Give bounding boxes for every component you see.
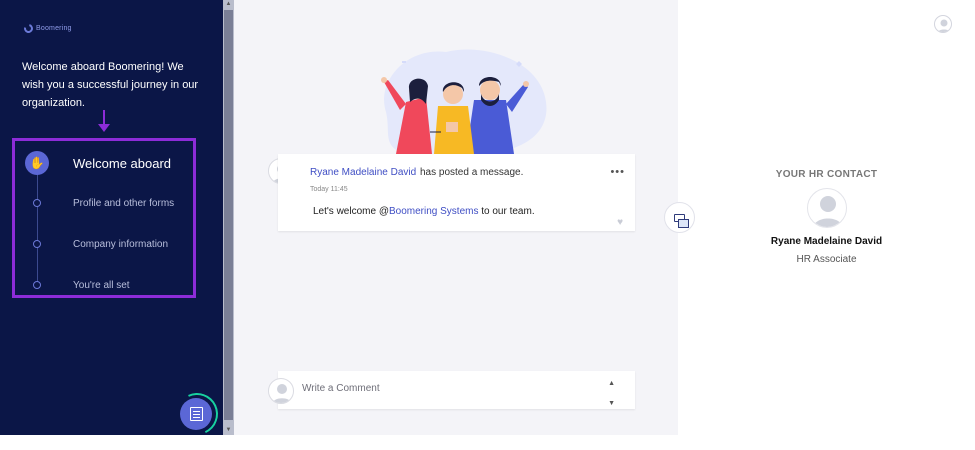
logo-text: Boomering xyxy=(36,25,72,32)
step-profile-forms[interactable]: Profile and other forms xyxy=(15,193,195,213)
checklist-button[interactable] xyxy=(180,398,212,430)
step-all-set[interactable]: You're all set xyxy=(15,275,195,295)
steps-connector xyxy=(37,163,38,285)
user-avatar-icon xyxy=(937,19,951,32)
step-welcome-aboard[interactable]: ✋ Welcome aboard xyxy=(15,151,195,175)
commenter-avatar xyxy=(268,378,294,404)
hr-contact-role: HR Associate xyxy=(796,254,857,265)
hr-contact-avatar xyxy=(807,188,847,228)
post-card: Ryane Madelaine David has posted a messa… xyxy=(278,154,635,231)
step-dot-icon xyxy=(33,240,41,248)
scrollbar-thumb[interactable] xyxy=(224,10,233,420)
checklist-icon xyxy=(189,407,203,421)
sidebar: Boomering Welcome aboard Boomering! We w… xyxy=(0,0,224,441)
scroll-down-icon[interactable]: ▼ xyxy=(225,426,232,434)
onboarding-steps: ✋ Welcome aboard Profile and other forms… xyxy=(12,138,196,298)
logo-icon xyxy=(22,22,35,35)
comment-box: ▲▼ xyxy=(278,371,635,409)
comment-input[interactable] xyxy=(302,383,592,394)
hand-wave-icon: ✋ xyxy=(25,151,49,175)
sidebar-scrollbar[interactable]: ▲ ▼ xyxy=(223,0,234,435)
step-label: Company information xyxy=(73,238,169,250)
team-illustration xyxy=(366,42,556,154)
step-dot-icon xyxy=(33,281,41,289)
post-action-text: has posted a message. xyxy=(420,167,524,178)
chat-button[interactable] xyxy=(664,202,695,233)
scroll-up-icon[interactable]: ▲ xyxy=(225,0,232,8)
step-label: You're all set xyxy=(73,279,130,291)
arrow-down-icon xyxy=(98,110,110,132)
more-icon[interactable]: ••• xyxy=(610,166,625,178)
post-body: Let's welcome @Boomering Systems to our … xyxy=(313,206,535,217)
hr-contact-heading: YOUR HR CONTACT xyxy=(775,169,878,180)
profile-avatar[interactable] xyxy=(934,15,952,33)
bottom-strip xyxy=(0,435,975,450)
app: Boomering Welcome aboard Boomering! We w… xyxy=(0,0,975,441)
hr-contact-panel: YOUR HR CONTACT Ryane Madelaine David HR… xyxy=(678,0,975,435)
step-company-information[interactable]: Company information xyxy=(15,234,195,254)
user-avatar-icon xyxy=(813,196,843,227)
team-people-icon xyxy=(381,49,547,154)
post-timestamp: Today 11:45 xyxy=(310,186,348,193)
post-body-prefix: Let's welcome @ xyxy=(313,206,389,217)
step-label: Welcome aboard xyxy=(73,155,172,171)
mention-link[interactable]: Boomering Systems xyxy=(389,206,478,217)
post-body-suffix: to our team. xyxy=(478,206,535,217)
heart-icon[interactable]: ♥ xyxy=(617,217,623,228)
logo: Boomering xyxy=(22,22,72,35)
comment-scroll-arrows-icon[interactable]: ▲ ▼ xyxy=(608,374,615,414)
welcome-message: Welcome aboard Boomering! We wish you a … xyxy=(22,61,199,109)
step-label: Profile and other forms xyxy=(73,197,175,209)
hr-contact-name: Ryane Madelaine David xyxy=(770,236,883,247)
chat-icon xyxy=(674,213,689,228)
post-author-link[interactable]: Ryane Madelaine David xyxy=(310,167,416,178)
step-dot-icon xyxy=(33,199,41,207)
